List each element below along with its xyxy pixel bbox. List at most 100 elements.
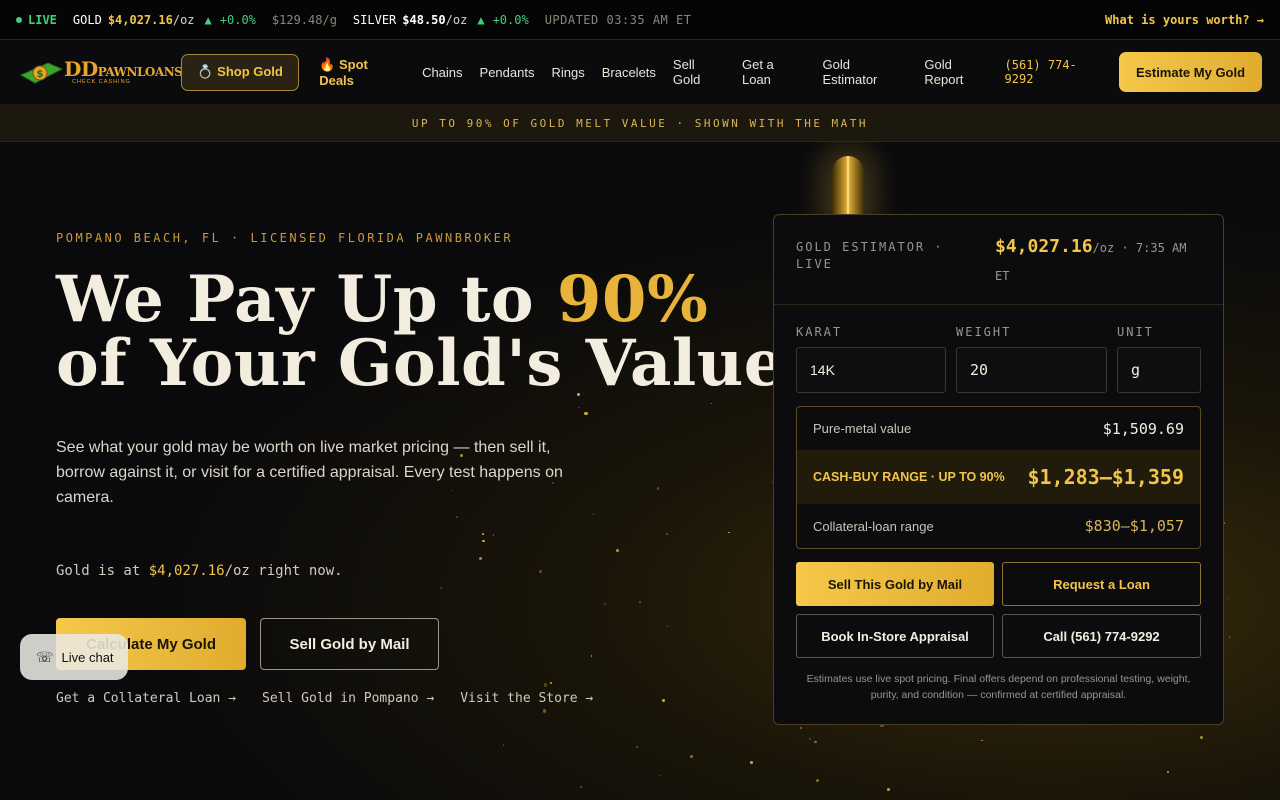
logo-money-icon: $: [18, 57, 64, 87]
estimator-label: GOLD ESTIMATOR · LIVE: [796, 240, 944, 271]
request-loan-button[interactable]: Request a Loan: [1002, 562, 1201, 606]
main-nav: $ DDPAWNLOANS CHECK CASHING 💍 Shop Gold …: [0, 40, 1280, 105]
estimate-my-gold-button[interactable]: Estimate My Gold: [1119, 52, 1263, 92]
loan-range-row: Collateral-loan range $830–$1,057: [797, 504, 1200, 548]
silver-unit: /oz: [445, 12, 468, 27]
nav-link-chains[interactable]: Chains: [422, 65, 462, 80]
estimator-spot-price: $4,027.16: [995, 236, 1093, 257]
weight-input[interactable]: 20: [956, 347, 1107, 393]
hero-title-line2: of Your Gold's Value.: [56, 326, 808, 401]
particle: [539, 569, 543, 574]
particle: [579, 786, 582, 789]
hero-eyebrow: POMPANO BEACH, FL · LICENSED FLORIDA PAW…: [56, 231, 514, 245]
unit-label: UNIT: [1117, 325, 1154, 339]
shop-gold-button[interactable]: 💍 Shop Gold: [181, 53, 300, 91]
pure-value-label: Pure-metal value: [813, 421, 912, 436]
particle: [639, 600, 642, 604]
updated-time: UPDATED 03:35 AM ET: [544, 12, 692, 27]
sell-this-gold-by-mail-button[interactable]: Sell This Gold by Mail: [796, 562, 994, 606]
book-appraisal-button[interactable]: Book In-Store Appraisal: [796, 614, 994, 658]
particle: [799, 727, 802, 730]
phone-link[interactable]: (561) 774-9292: [1005, 58, 1105, 86]
sell-gold-by-mail-button[interactable]: Sell Gold by Mail: [260, 618, 439, 670]
up-arrow-icon: ▲: [204, 12, 212, 27]
estimator-header: GOLD ESTIMATOR · LIVE $4,027.16/oz · 7:3…: [774, 215, 1223, 305]
live-chat-button[interactable]: ☏ Live chat: [20, 634, 128, 680]
estimator-disclaimer: Estimates use live spot pricing. Final o…: [806, 673, 1191, 701]
particle: [981, 739, 984, 742]
spot-price-line: Gold is at $4,027.16/oz right now.: [56, 563, 343, 579]
nav-link-gold-estimator[interactable]: Gold Estimator: [822, 57, 907, 87]
particle: [1200, 736, 1203, 740]
particle: [542, 709, 546, 713]
nav-link-bracelets[interactable]: Bracelets: [602, 65, 656, 80]
particle: [711, 403, 713, 405]
pure-value: $1,509.69: [1102, 419, 1184, 438]
nav-links: 🔥 Spot Deals Chains Pendants Rings Brace…: [319, 57, 993, 88]
svg-text:$: $: [37, 69, 44, 80]
particle: [616, 549, 620, 553]
particle: [1226, 597, 1228, 599]
particle: [658, 774, 660, 776]
worth-link[interactable]: What is yours worth? →: [1105, 13, 1264, 27]
particle: [728, 532, 730, 534]
gold-change: +0.0%: [219, 12, 256, 27]
particle: [656, 486, 660, 490]
particle: [492, 534, 495, 536]
particle: [808, 737, 812, 740]
up-arrow-icon: ▲: [477, 12, 485, 27]
particle: [479, 556, 482, 560]
karat-select[interactable]: 14K: [796, 347, 946, 393]
particle: [1167, 771, 1170, 774]
price-ticker: LIVE GOLD $4,027.16 /oz ▲ +0.0% $129.48/…: [0, 0, 1280, 40]
loan-range-label: Collateral-loan range: [813, 518, 934, 534]
particle: [690, 755, 693, 758]
particle: [590, 655, 593, 657]
logo-dd: DD: [64, 56, 98, 81]
particle: [666, 626, 668, 628]
collateral-loan-link[interactable]: Get a Collateral Loan →: [56, 691, 236, 706]
nav-link-sell-gold[interactable]: Sell Gold: [673, 57, 725, 87]
particle: [604, 603, 606, 605]
spot-price: $4,027.16: [148, 563, 225, 579]
call-button[interactable]: Call (561) 774-9292: [1002, 614, 1201, 658]
live-chat-label: Live chat: [61, 649, 114, 665]
gold-estimator-card: GOLD ESTIMATOR · LIVE $4,027.16/oz · 7:3…: [773, 214, 1224, 725]
estimator-price: $4,027.16/oz · 7:35 AM ET: [995, 233, 1205, 290]
unit-select[interactable]: g: [1117, 347, 1201, 393]
logo-word: PAWNLOANS: [97, 64, 183, 79]
hero-sublinks: Get a Collateral Loan → Sell Gold in Pom…: [56, 691, 619, 706]
nav-link-gold-report[interactable]: Gold Report: [924, 57, 993, 87]
karat-label: KARAT: [796, 325, 843, 339]
nav-link-pendants[interactable]: Pendants: [480, 65, 535, 80]
particle: [578, 406, 580, 409]
hero-section: POMPANO BEACH, FL · LICENSED FLORIDA PAW…: [0, 142, 1280, 800]
hero-description: See what your gold may be worth on live …: [56, 439, 563, 506]
sell-gold-pompano-link[interactable]: Sell Gold in Pompano →: [262, 691, 434, 706]
particle: [481, 532, 484, 535]
nav-link-get-a-loan[interactable]: Get a Loan: [742, 57, 806, 87]
particle: [886, 787, 890, 791]
particle: [482, 539, 485, 542]
live-dot-icon: [16, 16, 22, 23]
silver-change: +0.0%: [492, 12, 529, 27]
particle: [666, 533, 669, 535]
particle: [815, 778, 820, 783]
weight-label: WEIGHT: [956, 325, 1012, 339]
visit-store-link[interactable]: Visit the Store →: [460, 691, 593, 706]
chat-icon: ☏: [36, 648, 54, 665]
particle: [455, 515, 459, 519]
cash-buy-label: CASH-BUY RANGE · UP TO 90%: [813, 470, 1005, 484]
promo-banner: UP TO 90% OF GOLD MELT VALUE · SHOWN WIT…: [0, 105, 1280, 142]
live-label: LIVE: [28, 12, 57, 27]
silver-price: $48.50: [402, 12, 446, 27]
loan-range-value: $830–$1,057: [1084, 517, 1184, 535]
particle: [503, 744, 505, 746]
pure-value-row: Pure-metal value $1,509.69: [797, 407, 1200, 450]
nav-link-rings[interactable]: Rings: [551, 65, 584, 80]
logo[interactable]: $ DDPAWNLOANS CHECK CASHING: [18, 55, 183, 89]
gold-unit: /oz: [172, 12, 195, 27]
gold-price: $4,027.16: [107, 12, 173, 27]
nav-link-spot-deals[interactable]: 🔥 Spot Deals: [319, 57, 405, 88]
particle: [584, 412, 588, 416]
